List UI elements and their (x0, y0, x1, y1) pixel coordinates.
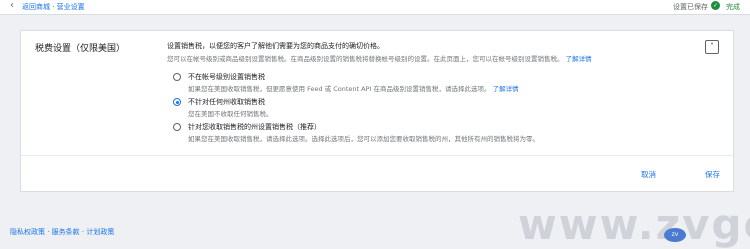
tax-settings-card: 税费设置（仅限美国） 设置销售税，以便您的客户了解他们需要为您的商品支付的确切价… (20, 30, 734, 192)
watermark-badge: zv (664, 228, 686, 242)
top-bar: ‹ 返回商城 · 营业设置 设置已保存 ✓ 完成 (0, 0, 750, 15)
radio-no-account-tax[interactable] (173, 73, 181, 81)
cancel-button[interactable]: 取消 (641, 169, 656, 180)
breadcrumb[interactable]: 返回商城 · 营业设置 (22, 2, 85, 12)
option-description-text: 如果您在美国收取销售税，但更愿意使用 Feed 或 Content API 在商… (188, 85, 491, 93)
check-icon: ✓ (711, 1, 720, 10)
radio-state-tax[interactable] (173, 123, 181, 131)
save-button[interactable]: 保存 (705, 169, 720, 180)
watermark: www.zvge.cn (518, 200, 750, 249)
tax-description: 设置销售税，以便您的客户了解他们需要为您的商品支付的确切价格。 (167, 42, 384, 50)
option-label[interactable]: 针对您收取销售税的州设置销售税（推荐） (188, 122, 321, 132)
option-label[interactable]: 不在帐号级别设置销售税 (188, 72, 265, 82)
tax-description-detail-text: 您可以在帐号级别或商品级别设置销售税。在商品级别设置的销售税将替换帐号级别的设置… (167, 55, 564, 63)
collapse-button[interactable]: ˄ (705, 40, 719, 54)
saved-status-text: 完成 (726, 3, 740, 11)
radio-no-state-tax[interactable] (173, 98, 181, 106)
option-description: 您在美国不收取任何销售税。 (188, 110, 273, 118)
tax-description-detail: 您可以在帐号级别或商品级别设置销售税。在商品级别设置的销售税将替换帐号级别的设置… (167, 53, 592, 63)
learn-more-link[interactable]: 了解详情 (566, 55, 592, 63)
option-learn-more-link[interactable]: 了解详情 (493, 85, 519, 93)
divider (21, 155, 733, 156)
back-arrow-icon[interactable]: ‹ (10, 0, 14, 11)
settings-status: 设置已保存 (673, 3, 708, 11)
section-title: 税费设置（仅限美国） (35, 44, 126, 54)
footer-links[interactable]: 隐私权政策 · 服务条款 · 计划政策 (10, 227, 114, 237)
option-label[interactable]: 不针对任何州收取销售税 (188, 97, 265, 107)
chevron-up-icon: ˄ (710, 42, 714, 51)
option-description: 如果您在美国收取销售税，但更愿意使用 Feed 或 Content API 在商… (188, 83, 519, 93)
option-description: 如果您在美国收取销售税，请选择此选项。选择此选项后，您可以添加您要收取销售税的州… (188, 135, 539, 143)
